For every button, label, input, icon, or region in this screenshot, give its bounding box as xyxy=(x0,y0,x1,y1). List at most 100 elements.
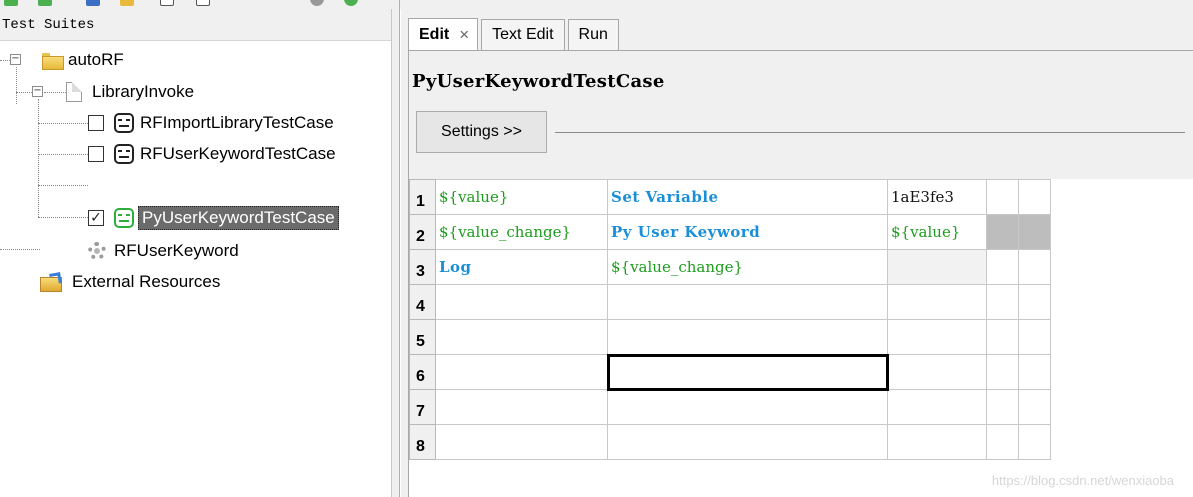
row-number[interactable]: 4 xyxy=(409,284,436,320)
keyword-grid: 1 ${value} Set Variable 1aE3fe3 2 ${valu… xyxy=(409,179,1193,497)
testcase-title: PyUserKeywordTestCase xyxy=(412,71,665,92)
table-row: 7 xyxy=(409,389,1051,425)
tree-node-testcase[interactable]: RFUserKeywordTestCase xyxy=(88,140,336,168)
save-icon[interactable] xyxy=(86,0,100,6)
grid-cell[interactable] xyxy=(1018,249,1051,285)
grid-cell[interactable] xyxy=(1018,319,1051,355)
grid-cell[interactable] xyxy=(986,424,1019,460)
grid-cell[interactable]: ${value} xyxy=(435,179,608,215)
grid-cell[interactable]: ${value_change} xyxy=(435,214,608,250)
grid-cell[interactable] xyxy=(986,284,1019,320)
grid-cell[interactable] xyxy=(1018,179,1051,215)
grid-cell[interactable] xyxy=(607,389,888,425)
grid-cell[interactable]: ${value_change} xyxy=(607,249,888,285)
run-icon[interactable] xyxy=(344,0,358,6)
grid-cell[interactable]: Log xyxy=(435,249,608,285)
grid-cell[interactable] xyxy=(435,319,608,355)
robot-icon xyxy=(114,208,134,228)
search-icon[interactable] xyxy=(310,0,324,6)
tree-node-label: RFImportLibraryTestCase xyxy=(140,113,334,132)
new-file-icon[interactable] xyxy=(160,0,174,6)
suite-file-icon xyxy=(66,82,82,102)
table-row: 2 ${value_change} Py User Keyword ${valu… xyxy=(409,214,1051,250)
grid-cell[interactable] xyxy=(887,389,987,425)
grid-cell[interactable] xyxy=(986,319,1019,355)
grid-cell-active[interactable] xyxy=(606,353,889,391)
panel-splitter[interactable] xyxy=(392,0,400,497)
tree-node-label: PyUserKeywordTestCase xyxy=(138,206,339,230)
row-number[interactable]: 3 xyxy=(409,249,436,285)
watermark: https://blog.csdn.net/wenxiaoba xyxy=(991,473,1174,488)
grid-cell[interactable] xyxy=(1018,389,1051,425)
grid-cell[interactable] xyxy=(887,319,987,355)
tree-node-label: LibraryInvoke xyxy=(92,82,195,101)
grid-cell[interactable] xyxy=(986,214,1019,250)
row-number[interactable]: 5 xyxy=(409,319,436,355)
open-folder-icon[interactable] xyxy=(120,0,134,6)
testcase-checkbox[interactable]: ✓ xyxy=(88,210,104,226)
row-number[interactable]: 2 xyxy=(409,214,436,250)
forward-icon[interactable] xyxy=(38,0,52,6)
table-row: 1 ${value} Set Variable 1aE3fe3 xyxy=(409,179,1051,215)
tree-node-testcase-selected[interactable]: ✓ PyUserKeywordTestCase xyxy=(88,204,339,232)
tree-node-external-resources[interactable]: External Resources xyxy=(40,268,220,296)
testcase-checkbox[interactable] xyxy=(88,146,104,162)
settings-button[interactable]: Settings >> xyxy=(416,111,547,153)
grid-cell[interactable] xyxy=(607,319,888,355)
row-number[interactable]: 1 xyxy=(409,179,436,215)
grid-cell[interactable] xyxy=(986,179,1019,215)
grid-cell[interactable] xyxy=(887,284,987,320)
table-row: 5 xyxy=(409,319,1051,355)
testcase-editor: PyUserKeywordTestCase Settings >> 1 ${va… xyxy=(408,50,1193,497)
tree-node-libraryinvoke[interactable]: − LibraryInvoke xyxy=(0,78,194,106)
collapse-icon[interactable]: − xyxy=(32,86,43,97)
folder-icon xyxy=(42,52,64,70)
grid-cell[interactable]: ${value} xyxy=(887,214,987,250)
tab-label: Edit xyxy=(419,25,450,43)
grid-cell[interactable] xyxy=(1018,354,1051,390)
settings-divider xyxy=(555,132,1185,133)
grid-cell[interactable] xyxy=(607,284,888,320)
panel-header: Test Suites xyxy=(0,9,391,41)
grid-cell[interactable] xyxy=(607,424,888,460)
grid-cell[interactable] xyxy=(887,249,987,285)
close-icon[interactable]: × xyxy=(459,25,469,45)
grid-cell[interactable] xyxy=(435,389,608,425)
tab-edit[interactable]: Edit × xyxy=(408,18,479,50)
gear-icon xyxy=(88,242,106,260)
row-number[interactable]: 6 xyxy=(409,354,436,390)
grid-cell[interactable]: Set Variable xyxy=(607,179,888,215)
tab-run[interactable]: Run xyxy=(567,19,619,50)
row-number[interactable]: 8 xyxy=(409,424,436,460)
table-row: 4 xyxy=(409,284,1051,320)
grid-cell[interactable] xyxy=(986,249,1019,285)
grid-cell[interactable]: Py User Keyword xyxy=(607,214,888,250)
save-all-icon[interactable] xyxy=(196,0,210,6)
test-suites-panel: Test Suites − autoRF − LibraryInvoke RFI… xyxy=(0,9,392,497)
tab-text-edit[interactable]: Text Edit xyxy=(481,19,565,50)
table-row: 8 xyxy=(409,424,1051,460)
tree-node-testcase[interactable]: RFImportLibraryTestCase xyxy=(88,109,334,137)
grid-cell[interactable] xyxy=(1018,424,1051,460)
grid-cell[interactable] xyxy=(887,424,987,460)
grid-cell[interactable]: 1aE3fe3 xyxy=(887,179,987,215)
robot-icon xyxy=(114,144,134,164)
collapse-icon[interactable]: − xyxy=(10,54,21,65)
testcase-checkbox[interactable] xyxy=(88,115,104,131)
editor-panel: Edit × Text Edit Run PyUserKeywordTestCa… xyxy=(401,0,1193,497)
grid-cell[interactable] xyxy=(986,389,1019,425)
grid-cell[interactable] xyxy=(1018,284,1051,320)
table-row: 6 xyxy=(409,353,1051,391)
tree-node-keyword[interactable]: RFUserKeyword xyxy=(88,237,239,265)
tree-node-autorf[interactable]: − autoRF xyxy=(0,46,124,74)
row-number[interactable]: 7 xyxy=(409,389,436,425)
grid-cell[interactable] xyxy=(887,354,987,390)
grid-cell[interactable] xyxy=(435,354,608,390)
back-icon[interactable] xyxy=(4,0,18,6)
grid-cell[interactable] xyxy=(986,354,1019,390)
grid-cell[interactable] xyxy=(435,424,608,460)
editor-tabs: Edit × Text Edit Run xyxy=(408,18,622,50)
tree-node-label: autoRF xyxy=(68,50,124,69)
grid-cell[interactable] xyxy=(435,284,608,320)
grid-cell[interactable] xyxy=(1018,214,1051,250)
